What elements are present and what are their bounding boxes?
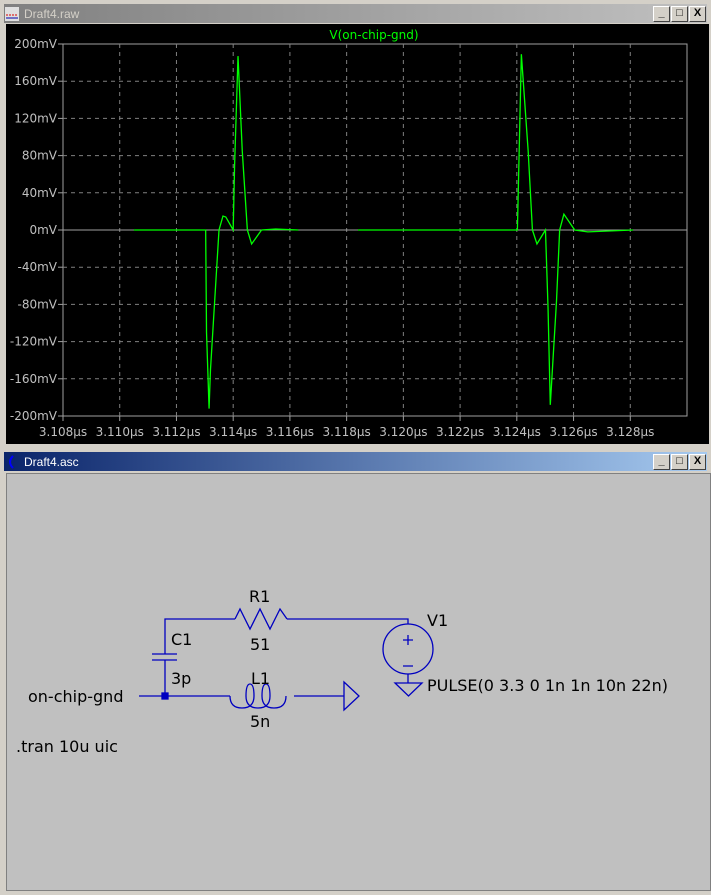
trace-line (133, 56, 299, 409)
maximize-button[interactable]: □ (671, 6, 688, 22)
x-tick-label: 3.114µs (209, 425, 257, 439)
waveform-window: Draft4.raw _ □ X V(on-chip-gnd) 3.108µs 3.1… (0, 0, 711, 446)
x-tick-label: 3.128µs (606, 425, 654, 439)
wire-top[interactable] (164, 618, 409, 654)
c1-value[interactable]: 3p (171, 669, 191, 688)
x-tick-label: 3.124µs (493, 425, 541, 439)
schematic-canvas[interactable]: R1 51 C1 3p L1 5n V1 PULSE(0 3.3 0 1n 1n… (6, 473, 711, 891)
minimize-button[interactable]: _ (653, 6, 670, 22)
waveform-plot[interactable]: V(on-chip-gnd) 3.108µs 3.110µs 3.112µs 3.11… (6, 24, 709, 444)
x-tick-label: 3.110µs (96, 425, 144, 439)
maximize-button[interactable]: □ (671, 454, 688, 470)
y-tick-label: -200mV (10, 409, 58, 423)
y-tick-label: 0mV (29, 223, 57, 237)
x-tick-label: 3.112µs (152, 425, 200, 439)
v1-name[interactable]: V1 (427, 611, 448, 630)
v1-value[interactable]: PULSE(0 3.3 0 1n 1n 10n 22n) (427, 676, 668, 695)
waveform-titlebar[interactable]: Draft4.raw _ □ X (4, 4, 707, 23)
waveform-chart: V(on-chip-gnd) 3.108µs 3.110µs 3.112µs 3.11… (10, 28, 688, 439)
y-tick-label: -160mV (10, 372, 58, 386)
x-tick-label: 3.122µs (436, 425, 484, 439)
y-tick-label: 200mV (14, 37, 58, 51)
x-tick-label: 3.120µs (379, 425, 427, 439)
waveform-app-icon (4, 6, 20, 22)
schematic-titlebar[interactable]: Draft4.asc _ □ X (4, 452, 707, 471)
schematic-app-icon (4, 454, 20, 470)
resistor-r1[interactable] (234, 607, 288, 631)
window-title: Draft4.asc (24, 454, 79, 469)
trace-title: V(on-chip-gnd) (329, 28, 418, 42)
close-button[interactable]: X (689, 6, 706, 22)
net-label[interactable]: on-chip-gnd (28, 687, 123, 706)
voltage-source-v1[interactable] (382, 623, 434, 683)
y-tick-label: -120mV (10, 335, 58, 349)
r1-name[interactable]: R1 (249, 587, 270, 606)
x-tick-label: 3.116µs (266, 425, 314, 439)
r1-value[interactable]: 51 (250, 635, 270, 654)
schematic-window: Draft4.asc _ □ X R1 51 C1 3p L1 5n V1 PULS… (0, 448, 711, 891)
x-tick-label: 3.118µs (323, 425, 371, 439)
c1-name[interactable]: C1 (171, 630, 192, 649)
y-tick-label: -40mV (18, 260, 58, 274)
l1-value[interactable]: 5n (250, 712, 270, 731)
y-tick-label: 120mV (14, 111, 58, 125)
spice-directive[interactable]: .tran 10u uic (16, 737, 118, 756)
x-tick-label: 3.126µs (549, 425, 597, 439)
ground-symbol (393, 682, 424, 697)
l1-name[interactable]: L1 (251, 669, 270, 688)
ground-arrow[interactable] (343, 680, 360, 712)
y-tick-label: 160mV (14, 74, 58, 88)
x-tick-label: 3.108µs (39, 425, 87, 439)
window-title: Draft4.raw (24, 6, 80, 21)
y-tick-label: -80mV (18, 297, 58, 311)
close-button[interactable]: X (689, 454, 706, 470)
y-tick-label: 80mV (22, 149, 58, 163)
minimize-button[interactable]: _ (653, 454, 670, 470)
junction-dot (161, 692, 169, 700)
y-tick-label: 40mV (22, 186, 58, 200)
